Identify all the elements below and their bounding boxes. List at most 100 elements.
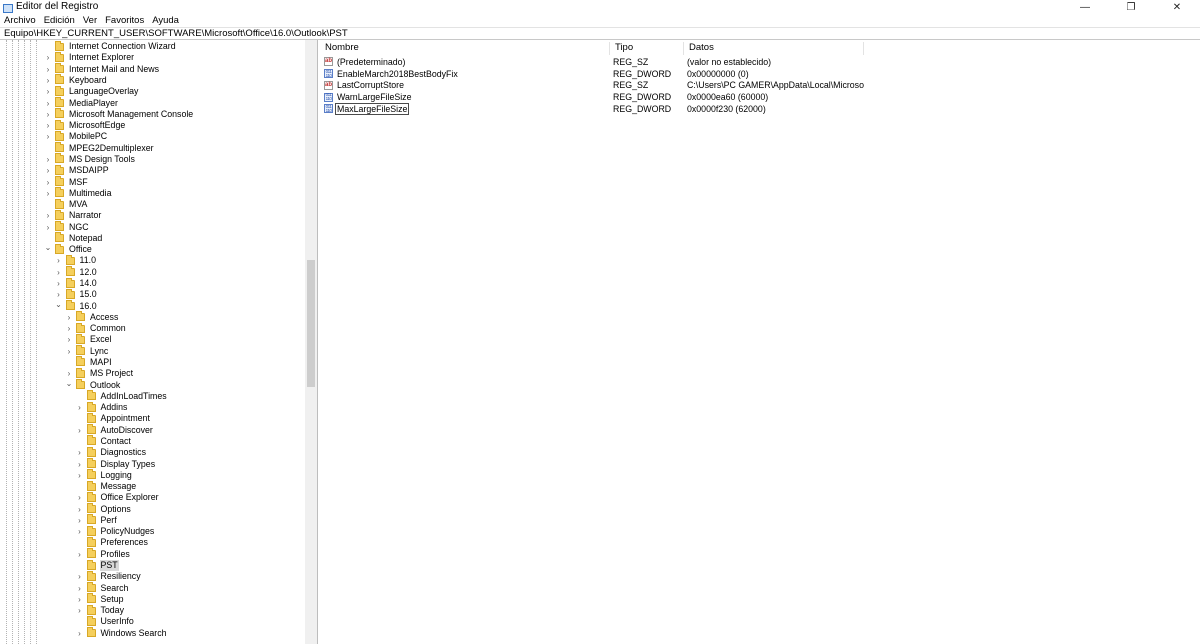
chevron-right-icon[interactable]: ›: [55, 255, 63, 266]
tree-node[interactable]: PST: [76, 559, 119, 572]
value-row[interactable]: 011 110 MaxLargeFileSize REG_DWORD 0x0000f23…: [320, 102, 864, 115]
chevron-right-icon[interactable]: ›: [76, 549, 84, 560]
tree-node[interactable]: ⌄ Outlook: [65, 379, 121, 390]
value-row[interactable]: ab LastCorruptStore REG_SZ C:\Users\PC GAME…: [320, 80, 864, 92]
menu-favoritos[interactable]: Favoritos: [105, 15, 144, 27]
tree-node[interactable]: Message: [76, 480, 138, 492]
tree-node[interactable]: › MS Project: [65, 367, 134, 379]
tree-node[interactable]: MPEG2Demultiplexer: [44, 142, 155, 154]
tree-node[interactable]: › PolicyNudges: [76, 525, 156, 537]
tree-node[interactable]: › Microsoft Management Console: [44, 108, 194, 120]
tree-node[interactable]: › NGC: [44, 221, 90, 232]
tree-node[interactable]: › Options: [76, 503, 132, 514]
chevron-right-icon[interactable]: ›: [76, 402, 84, 413]
menu-edicion[interactable]: Edición: [44, 15, 75, 27]
tree-scroll-thumb[interactable]: [307, 260, 315, 387]
tree-node[interactable]: › Narrator: [44, 209, 102, 221]
chevron-down-icon[interactable]: ⌄: [65, 378, 73, 389]
tree-node[interactable]: › Logging: [76, 469, 133, 481]
menu-ver[interactable]: Ver: [83, 15, 97, 27]
chevron-right-icon[interactable]: ›: [44, 52, 52, 63]
value-row[interactable]: 011 110 EnableMarch2018BestBodyFix REG_DWOR…: [320, 68, 864, 80]
tree-node[interactable]: Appointment: [76, 412, 151, 424]
chevron-right-icon[interactable]: ›: [76, 594, 84, 605]
tree-node[interactable]: › MediaPlayer: [44, 97, 119, 108]
tree-node[interactable]: › Windows Search: [76, 627, 168, 639]
tree-node[interactable]: › Lync: [65, 345, 109, 357]
column-header-name[interactable]: Nombre: [320, 42, 610, 55]
chevron-right-icon[interactable]: ›: [65, 346, 73, 357]
chevron-right-icon[interactable]: ›: [44, 165, 52, 176]
chevron-right-icon[interactable]: ›: [44, 120, 52, 131]
tree-node[interactable]: Internet Connection Wizard: [44, 40, 177, 52]
chevron-right-icon[interactable]: ›: [65, 334, 73, 345]
chevron-right-icon[interactable]: ›: [65, 312, 73, 323]
tree-node[interactable]: › Perf: [76, 514, 118, 526]
maximize-button[interactable]: ❐: [1108, 0, 1154, 14]
tree-node[interactable]: › Diagnostics: [76, 446, 147, 458]
column-header-data[interactable]: Datos: [684, 42, 864, 55]
tree-node[interactable]: › Excel: [65, 333, 113, 345]
menu-ayuda[interactable]: Ayuda: [152, 15, 179, 27]
close-button[interactable]: ✕: [1154, 0, 1200, 14]
chevron-right-icon[interactable]: ›: [44, 177, 52, 188]
value-row[interactable]: ab (Predeterminado) REG_SZ (valor no establ…: [320, 56, 864, 68]
chevron-right-icon[interactable]: ›: [44, 222, 52, 233]
chevron-right-icon[interactable]: ›: [44, 64, 52, 75]
chevron-right-icon[interactable]: ›: [44, 131, 52, 142]
tree-node[interactable]: ⌄ 16.0: [55, 300, 98, 311]
chevron-right-icon[interactable]: ›: [44, 109, 52, 120]
chevron-right-icon[interactable]: ›: [44, 210, 52, 221]
menu-archivo[interactable]: Archivo: [4, 15, 36, 27]
tree-node[interactable]: › MSF: [44, 176, 89, 187]
tree-node[interactable]: › 11.0: [55, 254, 97, 266]
tree-node[interactable]: ⌄ Office: [44, 242, 93, 255]
tree-scrollbar[interactable]: [305, 40, 317, 644]
tree-node[interactable]: › 14.0: [55, 277, 98, 289]
tree-node[interactable]: UserInfo: [76, 615, 135, 627]
tree-node[interactable]: › 12.0: [55, 266, 98, 278]
tree-node[interactable]: Contact: [76, 435, 132, 447]
tree-node[interactable]: › Addins: [76, 401, 129, 413]
tree-node[interactable]: › Setup: [76, 593, 125, 605]
chevron-right-icon[interactable]: ›: [44, 86, 52, 97]
chevron-right-icon[interactable]: ›: [76, 628, 84, 639]
chevron-right-icon[interactable]: ›: [76, 470, 84, 481]
column-header-type[interactable]: Tipo: [610, 42, 684, 55]
tree-node[interactable]: › Today: [76, 604, 125, 616]
tree-node[interactable]: › Internet Mail and News: [44, 63, 160, 75]
chevron-down-icon[interactable]: ⌄: [44, 242, 52, 253]
chevron-right-icon[interactable]: ›: [55, 278, 63, 289]
chevron-right-icon[interactable]: ›: [76, 605, 84, 616]
tree-node[interactable]: › Office Explorer: [76, 491, 160, 503]
chevron-right-icon[interactable]: ›: [44, 75, 52, 86]
chevron-right-icon[interactable]: ›: [76, 492, 84, 503]
tree-node[interactable]: › Multimedia: [44, 187, 113, 199]
tree-node[interactable]: › MobilePC: [44, 130, 108, 142]
chevron-right-icon[interactable]: ›: [44, 98, 52, 109]
tree-node[interactable]: › Display Types: [76, 458, 157, 469]
tree-node[interactable]: › LanguageOverlay: [44, 85, 139, 97]
chevron-right-icon[interactable]: ›: [76, 459, 84, 470]
chevron-right-icon[interactable]: ›: [76, 447, 84, 458]
minimize-button[interactable]: —: [1062, 0, 1108, 14]
tree-node[interactable]: › Internet Explorer: [44, 51, 135, 63]
address-bar[interactable]: Equipo\HKEY_CURRENT_USER\SOFTWARE\Micros…: [0, 27, 1200, 40]
chevron-right-icon[interactable]: ›: [55, 267, 63, 278]
chevron-right-icon[interactable]: ›: [44, 188, 52, 199]
chevron-right-icon[interactable]: ›: [76, 583, 84, 594]
chevron-right-icon[interactable]: ›: [76, 504, 84, 515]
tree-node[interactable]: › MS Design Tools: [44, 153, 136, 165]
tree-node[interactable]: › AutoDiscover: [76, 424, 154, 436]
tree-node[interactable]: › Search: [76, 582, 130, 593]
tree-node[interactable]: MVA: [44, 198, 88, 210]
value-row[interactable]: 011 110 WarnLargeFileSize REG_DWORD 0x0000ea…: [320, 91, 864, 103]
chevron-right-icon[interactable]: ›: [44, 154, 52, 165]
tree-node[interactable]: Notepad: [44, 232, 103, 244]
chevron-down-icon[interactable]: ⌄: [55, 299, 63, 310]
tree-node[interactable]: AddInLoadTimes: [76, 390, 168, 402]
chevron-right-icon[interactable]: ›: [76, 515, 84, 526]
tree-node[interactable]: › MicrosoftEdge: [44, 119, 126, 131]
tree-node[interactable]: › Access: [65, 311, 119, 323]
chevron-right-icon[interactable]: ›: [65, 323, 73, 334]
